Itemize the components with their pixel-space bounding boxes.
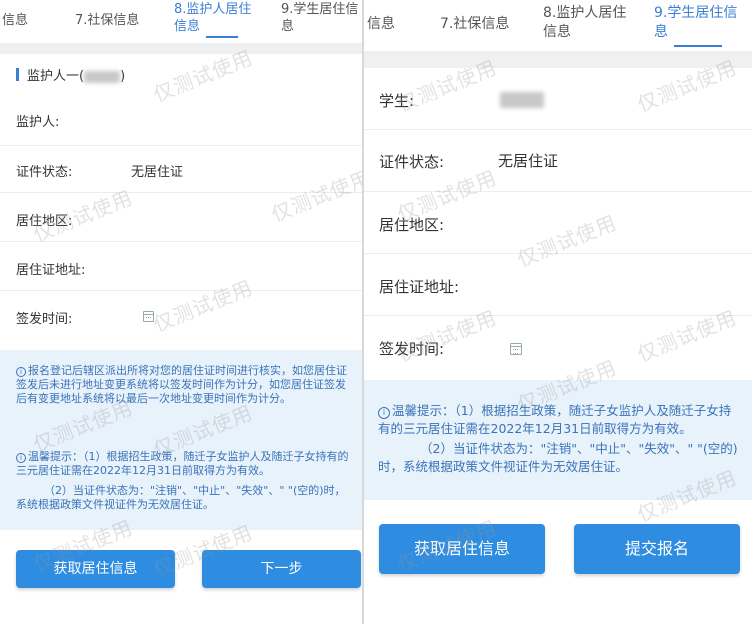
notice-status-text: （2）当证件状态为："注销"、"中止"、"失效"、" "(空的)时，系统根据政策…	[378, 441, 738, 474]
address-row[interactable]: 居住证地址:	[0, 242, 362, 291]
redacted-name	[500, 92, 544, 108]
tab-student-residence[interactable]: 9.学生居住信 息	[281, 1, 362, 35]
notice-status-text: （2）当证件状态为："注销"、"中止"、"失效"、" "(空的)时，系统根据政策…	[16, 484, 346, 511]
status-value: 无居住证	[498, 152, 559, 170]
region-label: 居住地区:	[16, 214, 73, 229]
section-header: 监护人一()	[0, 54, 362, 94]
status-value: 无居住证	[131, 165, 184, 180]
notice-tip-text: i 温馨提示：（1）根据招生政策，随迁子女监护人及随迁子女持有的三元居住证需在20…	[16, 450, 349, 477]
issue-date-label: 签发时间:	[16, 312, 73, 327]
student-label: 学生:	[379, 92, 415, 110]
fetch-residence-button[interactable]: 获取居住信息	[379, 524, 545, 574]
guardian-label: 监护人:	[16, 115, 60, 130]
section-bar	[16, 68, 19, 81]
notice-tip-text: i 温馨提示：（1）根据招生政策，随迁子女监护人及随迁子女持有的三元居住证需在20…	[378, 403, 732, 436]
status-label: 证件状态:	[16, 165, 73, 180]
tab-prev-info[interactable]: 信息	[2, 12, 28, 29]
info-icon: i	[16, 453, 26, 463]
notice-box: i 温馨提示：（1）根据招生政策，随迁子女监护人及随迁子女持有的三元居住证需在20…	[364, 380, 752, 500]
info-icon: i	[16, 367, 26, 377]
status-row: 证件状态: 无居住证	[364, 130, 752, 192]
status-label: 证件状态:	[379, 153, 445, 171]
address-row[interactable]: 居住证地址:	[364, 254, 752, 316]
step-tabs: 信息 7.社保信息 8.监护人居住 信息 9.学生居住信 息	[364, 0, 752, 52]
guardian-residence-panel: 信息 7.社保信息 8.监护人居住 信息 9.学生居住信 息 监护人一() 监护…	[0, 0, 362, 624]
divider	[0, 44, 362, 54]
student-row[interactable]: 学生:	[364, 68, 752, 130]
next-step-button[interactable]: 下一步	[202, 550, 361, 588]
calendar-icon[interactable]	[143, 311, 154, 322]
address-label: 居住证地址:	[379, 278, 460, 296]
notice-box: i 报名登记后辖区派出所将对您的居住证时间进行核实，如您居住证签发后未进行地址变更…	[0, 350, 362, 530]
region-label: 居住地区:	[379, 216, 445, 234]
submit-application-button[interactable]: 提交报名	[574, 524, 740, 574]
notice-verify-text: i 报名登记后辖区派出所将对您的居住证时间进行核实，如您居住证签发后未进行地址变更…	[16, 364, 347, 405]
active-tab-indicator	[674, 45, 722, 47]
issue-date-row[interactable]: 签发时间:	[364, 316, 752, 380]
tab-guardian-residence[interactable]: 8.监护人居住 信息	[174, 1, 264, 35]
tab-prev-info[interactable]: 信息	[367, 15, 395, 34]
tab-social-security[interactable]: 7.社保信息	[75, 12, 139, 29]
tab-student-residence[interactable]: 9.学生居住信 息	[654, 4, 752, 42]
status-row: 证件状态: 无居住证	[0, 146, 362, 193]
tab-guardian-residence[interactable]: 8.监护人居住 信息	[543, 4, 643, 42]
region-row[interactable]: 居住地区:	[364, 192, 752, 254]
section-title: 监护人一()	[27, 69, 126, 84]
info-icon: i	[378, 407, 390, 419]
tab-social-security[interactable]: 7.社保信息	[440, 15, 509, 34]
calendar-icon[interactable]	[510, 343, 522, 355]
student-residence-panel: 信息 7.社保信息 8.监护人居住 信息 9.学生居住信 息 学生: 证件状态:…	[364, 0, 752, 624]
issue-date-label: 签发时间:	[379, 340, 445, 358]
step-tabs: 信息 7.社保信息 8.监护人居住 信息 9.学生居住信 息	[0, 0, 362, 44]
guardian-row[interactable]: 监护人:	[0, 94, 362, 146]
issue-date-row[interactable]: 签发时间:	[0, 291, 362, 341]
fetch-residence-button[interactable]: 获取居住信息	[16, 550, 175, 588]
divider	[364, 52, 752, 68]
region-row[interactable]: 居住地区:	[0, 193, 362, 242]
redacted-id	[84, 70, 121, 83]
active-tab-indicator	[206, 36, 238, 38]
address-label: 居住证地址:	[16, 263, 86, 278]
